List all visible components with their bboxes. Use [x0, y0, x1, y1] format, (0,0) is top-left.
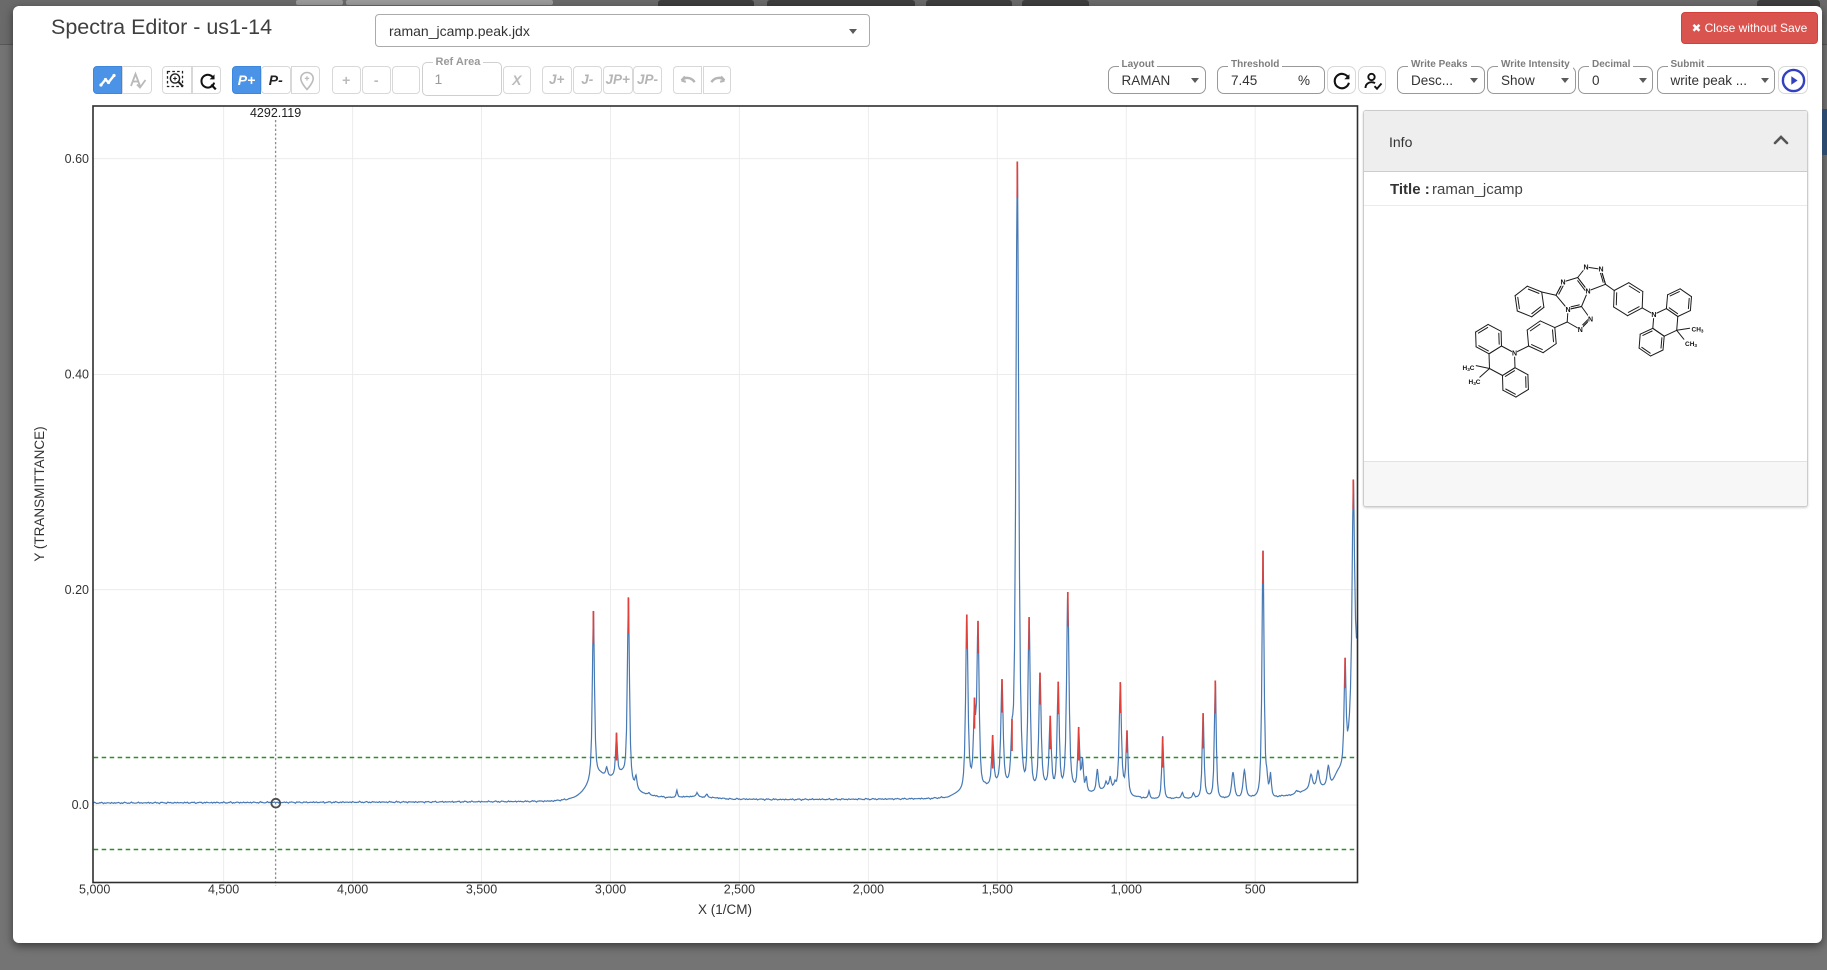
svg-text:3,000: 3,000 — [595, 883, 626, 897]
svg-text:N: N — [1583, 265, 1588, 272]
svg-text:Y (TRANSMITTANCE): Y (TRANSMITTANCE) — [32, 426, 47, 561]
svg-text:0.40: 0.40 — [65, 368, 89, 382]
svg-text:4,500: 4,500 — [208, 883, 239, 897]
svg-text:3,500: 3,500 — [466, 883, 497, 897]
svg-text:X (1/CM): X (1/CM) — [698, 902, 752, 917]
svg-text:N: N — [1512, 351, 1517, 358]
svg-text:N: N — [1585, 289, 1590, 296]
svg-text:1,000: 1,000 — [1111, 883, 1142, 897]
svg-text:5,000: 5,000 — [79, 883, 110, 897]
svg-text:1,500: 1,500 — [982, 883, 1013, 897]
svg-text:N: N — [1560, 280, 1565, 287]
svg-text:0.20: 0.20 — [65, 583, 89, 597]
svg-text:0.0: 0.0 — [72, 798, 89, 812]
svg-text:N: N — [1588, 317, 1593, 324]
svg-text:N: N — [1578, 327, 1583, 334]
svg-text:2,500: 2,500 — [724, 883, 755, 897]
svg-text:N: N — [1598, 267, 1603, 274]
svg-text:N: N — [1565, 307, 1570, 314]
svg-text:4292.119: 4292.119 — [250, 106, 301, 120]
svg-text:N: N — [1651, 312, 1656, 319]
svg-text:0.60: 0.60 — [65, 152, 89, 166]
svg-text:500: 500 — [1245, 883, 1266, 897]
svg-text:2,000: 2,000 — [853, 883, 884, 897]
svg-text:4,000: 4,000 — [337, 883, 368, 897]
